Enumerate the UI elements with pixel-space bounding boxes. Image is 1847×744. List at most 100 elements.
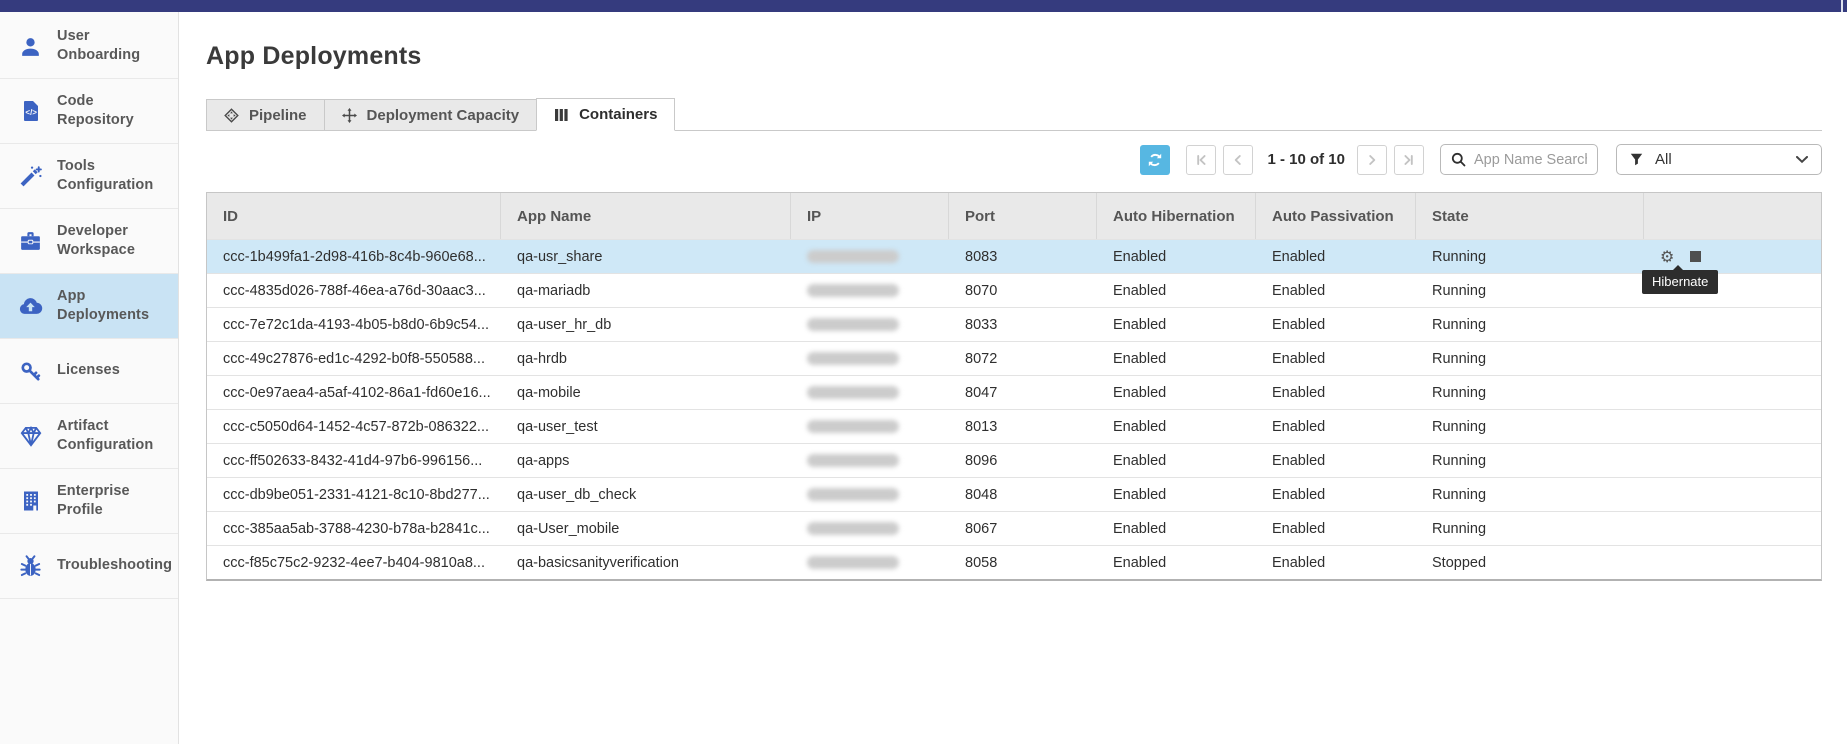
cell-auto-hibernation: Enabled: [1097, 478, 1256, 511]
cell-app-name: qa-User_mobile: [501, 512, 791, 545]
cell-app-name: qa-user_db_check: [501, 478, 791, 511]
table-row[interactable]: ccc-f85c75c2-9232-4ee7-b404-9810a8... qa…: [207, 545, 1821, 579]
cell-auto-hibernation: Enabled: [1097, 444, 1256, 477]
table-row[interactable]: ccc-ff502633-8432-41d4-97b6-996156... qa…: [207, 443, 1821, 477]
redacted-ip: [807, 420, 899, 433]
cell-ip: [791, 274, 949, 307]
cell-app-name: qa-user_test: [501, 410, 791, 443]
cell-id: ccc-7e72c1da-4193-4b05-b8d0-6b9c54...: [207, 308, 501, 341]
redacted-ip: [807, 556, 899, 569]
redacted-ip: [807, 454, 899, 467]
tab-label: Deployment Capacity: [367, 107, 520, 124]
sidebar-item-code-repository[interactable]: </> Code Repository: [0, 79, 178, 144]
column-header-app-name[interactable]: App Name: [501, 193, 791, 239]
filter-dropdown[interactable]: All: [1616, 144, 1822, 175]
last-page-button[interactable]: [1394, 145, 1424, 175]
redacted-ip: [807, 522, 899, 535]
hibernate-button[interactable]: [1690, 251, 1701, 262]
sidebar-item-developer-workspace[interactable]: Developer Workspace: [0, 209, 178, 274]
last-page-icon: [1402, 153, 1416, 167]
cell-app-name: qa-user_hr_db: [501, 308, 791, 341]
cell-auto-passivation: Enabled: [1256, 342, 1416, 375]
search-input[interactable]: [1474, 152, 1587, 168]
cell-app-name: qa-apps: [501, 444, 791, 477]
previous-page-button[interactable]: [1223, 145, 1253, 175]
column-header-auto-passivation[interactable]: Auto Passivation: [1256, 193, 1416, 239]
code-file-icon: </>: [17, 99, 44, 123]
table-row[interactable]: ccc-db9be051-2331-4121-8c10-8bd277... qa…: [207, 477, 1821, 511]
previous-page-icon: [1231, 153, 1245, 167]
cell-auto-passivation: Enabled: [1256, 444, 1416, 477]
sidebar-item-artifact-configuration[interactable]: Artifact Configuration: [0, 404, 178, 469]
filter-selected-value: All: [1655, 151, 1672, 168]
cell-auto-passivation: Enabled: [1256, 376, 1416, 409]
cell-actions: [1644, 546, 1821, 579]
cell-app-name: qa-usr_share: [501, 240, 791, 273]
gear-icon[interactable]: ⚙: [1660, 249, 1674, 265]
cell-ip: [791, 444, 949, 477]
cell-id: ccc-0e97aea4-a5af-4102-86a1-fd60e16...: [207, 376, 501, 409]
cell-app-name: qa-hrdb: [501, 342, 791, 375]
cell-ip: [791, 512, 949, 545]
tab-containers[interactable]: Containers: [536, 98, 675, 131]
redacted-ip: [807, 284, 899, 297]
cell-port: 8070: [949, 274, 1097, 307]
table-row[interactable]: ccc-c5050d64-1452-4c57-872b-086322... qa…: [207, 409, 1821, 443]
cell-id: ccc-1b499fa1-2d98-416b-8c4b-960e68...: [207, 240, 501, 273]
cell-actions: ⚙ Hibernate: [1644, 240, 1821, 273]
sidebar-item-app-deployments[interactable]: App Deployments: [0, 274, 178, 339]
cell-auto-hibernation: Enabled: [1097, 342, 1256, 375]
next-page-icon: [1365, 153, 1379, 167]
table-row[interactable]: ccc-4835d026-788f-46ea-a76d-30aac3... qa…: [207, 273, 1821, 307]
column-header-actions: [1644, 193, 1821, 239]
cell-ip: [791, 240, 949, 273]
table-row[interactable]: ccc-0e97aea4-a5af-4102-86a1-fd60e16... q…: [207, 375, 1821, 409]
column-header-ip[interactable]: IP: [791, 193, 949, 239]
cell-id: ccc-f85c75c2-9232-4ee7-b404-9810a8...: [207, 546, 501, 579]
column-header-auto-hibernation[interactable]: Auto Hibernation: [1097, 193, 1256, 239]
sidebar-item-user-onboarding[interactable]: User Onboarding: [0, 14, 178, 79]
move-arrows-icon: [342, 108, 357, 123]
sidebar-item-label: Developer Workspace: [57, 222, 170, 260]
bug-icon: [17, 554, 44, 579]
table-row[interactable]: ccc-385aa5ab-3788-4230-b78a-b2841c... qa…: [207, 511, 1821, 545]
tab-pipeline[interactable]: Pipeline: [206, 99, 325, 130]
main-content: App Deployments Pipeline Deployment Capa…: [179, 12, 1847, 744]
cell-state: Running: [1416, 342, 1644, 375]
table-row[interactable]: ccc-1b499fa1-2d98-416b-8c4b-960e68... qa…: [207, 239, 1821, 273]
search-icon: [1451, 152, 1466, 167]
sidebar-item-label: Artifact Configuration: [57, 417, 170, 455]
cell-id: ccc-db9be051-2331-4121-8c10-8bd277...: [207, 478, 501, 511]
sidebar-item-troubleshooting[interactable]: Troubleshooting: [0, 534, 178, 599]
sidebar-item-enterprise-profile[interactable]: Enterprise Profile: [0, 469, 178, 534]
cell-port: 8067: [949, 512, 1097, 545]
sidebar-item-tools-configuration[interactable]: Tools Configuration: [0, 144, 178, 209]
sidebar-item-licenses[interactable]: Licenses: [0, 339, 178, 404]
redacted-ip: [807, 318, 899, 331]
next-page-button[interactable]: [1357, 145, 1387, 175]
cell-state: Running: [1416, 444, 1644, 477]
app-name-search: [1440, 144, 1598, 175]
key-icon: [17, 359, 44, 384]
first-page-button[interactable]: [1186, 145, 1216, 175]
cell-port: 8033: [949, 308, 1097, 341]
table-row[interactable]: ccc-49c27876-ed1c-4292-b0f8-550588... qa…: [207, 341, 1821, 375]
column-header-port[interactable]: Port: [949, 193, 1097, 239]
refresh-icon: [1147, 152, 1163, 168]
svg-text:</>: </>: [25, 108, 37, 117]
sidebar: User Onboarding </> Code Repository Tool…: [0, 12, 179, 744]
tab-deployment-capacity[interactable]: Deployment Capacity: [324, 99, 538, 130]
sidebar-item-label: Troubleshooting: [57, 556, 172, 575]
cell-state: Running: [1416, 376, 1644, 409]
cell-state: Running: [1416, 308, 1644, 341]
cell-port: 8048: [949, 478, 1097, 511]
top-navigation-bar: [0, 0, 1847, 12]
cell-actions: [1644, 512, 1821, 545]
cell-ip: [791, 376, 949, 409]
refresh-button[interactable]: [1140, 145, 1170, 175]
cell-port: 8058: [949, 546, 1097, 579]
containers-table: ID App Name IP Port Auto Hibernation Aut…: [206, 192, 1822, 581]
column-header-id[interactable]: ID: [207, 193, 501, 239]
table-row[interactable]: ccc-7e72c1da-4193-4b05-b8d0-6b9c54... qa…: [207, 307, 1821, 341]
column-header-state[interactable]: State: [1416, 193, 1644, 239]
